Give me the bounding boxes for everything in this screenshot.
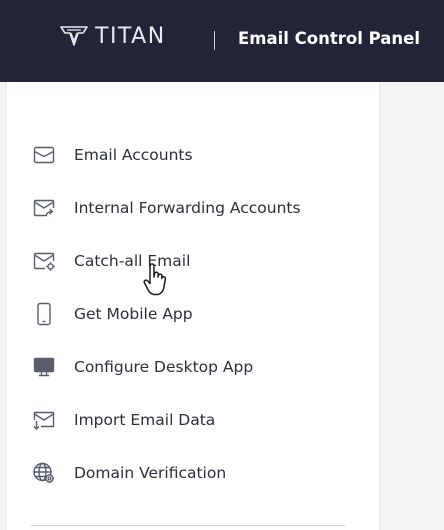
mobile-phone-icon — [31, 301, 57, 327]
sidebar-item-configure-desktop-app[interactable]: Configure Desktop App — [7, 347, 379, 387]
import-envelope-icon — [31, 407, 57, 433]
desktop-monitor-icon — [31, 354, 57, 380]
sidebar-item-internal-forwarding-accounts[interactable]: Internal Forwarding Accounts — [7, 188, 379, 228]
sidebar-divider — [31, 525, 345, 526]
sidebar-item-label: Catch-all Email — [74, 252, 191, 270]
catch-all-envelope-gear-icon — [31, 248, 57, 274]
page-title: Email Control Panel — [238, 29, 420, 48]
header-divider — [214, 31, 215, 50]
sidebar-item-label: Import Email Data — [74, 411, 216, 429]
titan-logo-icon — [60, 26, 88, 46]
sidebar: Email Accounts Internal Forwarding Accou… — [6, 82, 380, 530]
brand-name: TITAN — [95, 23, 166, 49]
envelope-icon — [31, 142, 57, 168]
forward-envelope-icon — [31, 195, 57, 221]
sidebar-item-label: Get Mobile App — [74, 305, 193, 323]
globe-gear-icon — [31, 460, 57, 486]
sidebar-item-catch-all-email[interactable]: Catch-all Email — [7, 241, 379, 281]
top-bar: TITAN Email Control Panel — [0, 0, 444, 82]
sidebar-item-label: Domain Verification — [74, 464, 227, 482]
brand[interactable]: TITAN — [59, 22, 166, 50]
sidebar-item-email-accounts[interactable]: Email Accounts — [7, 135, 379, 175]
sidebar-item-label: Email Accounts — [74, 146, 193, 164]
sidebar-item-domain-verification[interactable]: Domain Verification — [7, 453, 379, 493]
sidebar-item-label: Configure Desktop App — [74, 358, 254, 376]
sidebar-item-import-email-data[interactable]: Import Email Data — [7, 400, 379, 440]
sidebar-item-label: Internal Forwarding Accounts — [74, 199, 301, 217]
sidebar-item-get-mobile-app[interactable]: Get Mobile App — [7, 294, 379, 334]
